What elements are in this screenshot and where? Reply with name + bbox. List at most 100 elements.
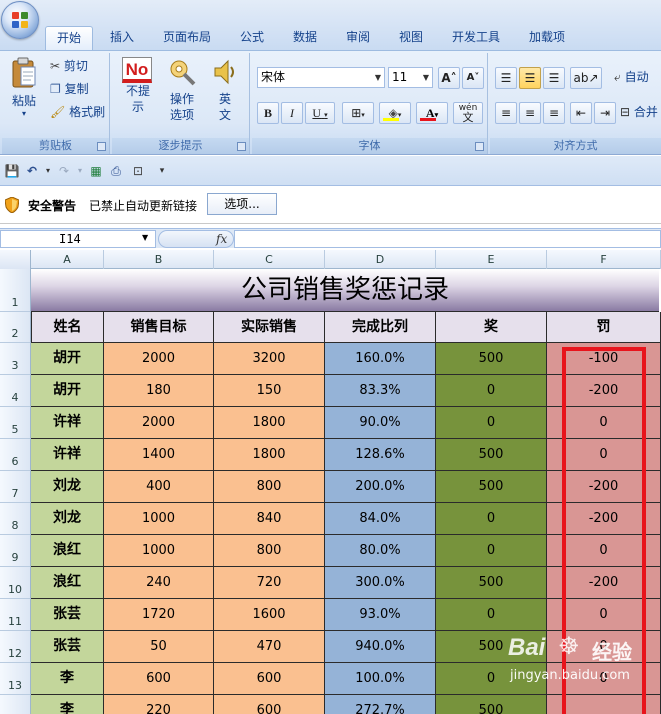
orientation-button[interactable]: ab↗ [570, 67, 602, 89]
tab-add-ins[interactable]: 加载项 [520, 26, 574, 50]
name-cell[interactable]: 刘龙 [31, 471, 104, 503]
english-button[interactable]: 英 文 [210, 57, 240, 123]
data-cell[interactable]: 0 [547, 663, 661, 695]
data-cell[interactable]: 128.6% [325, 439, 436, 471]
data-cell[interactable]: 600 [104, 663, 214, 695]
data-cell[interactable]: 1800 [214, 439, 325, 471]
name-cell[interactable]: 浪红 [31, 567, 104, 599]
row-header[interactable]: 13 [0, 663, 31, 695]
data-cell[interactable]: 500 [436, 471, 547, 503]
tab-review[interactable]: 审阅 [336, 26, 380, 50]
tab-insert[interactable]: 插入 [100, 26, 144, 50]
data-cell[interactable]: 500 [436, 695, 547, 714]
name-cell[interactable]: 浪红 [31, 535, 104, 567]
data-cell[interactable]: 0 [436, 663, 547, 695]
cut-button[interactable]: ✂ 剪切 [50, 56, 88, 76]
data-cell[interactable]: 1720 [104, 599, 214, 631]
data-cell[interactable]: 93.0% [325, 599, 436, 631]
name-cell[interactable]: 李 [31, 663, 104, 695]
row-header[interactable]: 4 [0, 375, 31, 407]
data-cell[interactable]: 1600 [214, 599, 325, 631]
font-name-select[interactable]: 宋体 ▼ [257, 67, 385, 88]
data-cell[interactable]: 300.0% [325, 567, 436, 599]
operation-options-button[interactable]: 操作 选项 [164, 57, 200, 123]
data-cell[interactable]: 500 [436, 439, 547, 471]
header-cell[interactable]: 罚 [547, 312, 661, 343]
column-header[interactable]: F [547, 250, 661, 269]
data-cell[interactable]: 500 [436, 631, 547, 663]
data-cell[interactable]: 240 [104, 567, 214, 599]
data-cell[interactable]: 220 [104, 695, 214, 714]
excel-icon[interactable]: ▦ [88, 163, 104, 179]
row-header[interactable]: 2 [0, 312, 31, 343]
name-cell[interactable]: 张芸 [31, 631, 104, 663]
tab-developer[interactable]: 开发工具 [443, 26, 509, 50]
name-cell[interactable]: 李 [31, 695, 104, 714]
data-cell[interactable]: 0 [436, 535, 547, 567]
camera-icon[interactable]: ⊡ [130, 163, 146, 179]
tab-home[interactable]: 开始 [45, 26, 93, 50]
header-cell[interactable]: 姓名 [31, 312, 104, 343]
data-cell[interactable]: 500 [436, 567, 547, 599]
data-cell[interactable]: 90.0% [325, 407, 436, 439]
row-header[interactable]: 11 [0, 599, 31, 631]
data-cell[interactable]: 0 [436, 375, 547, 407]
data-cell[interactable]: 160.0% [325, 343, 436, 375]
fx-icon[interactable]: fx [216, 231, 227, 247]
data-cell[interactable]: 1000 [104, 503, 214, 535]
data-cell[interactable]: 600 [214, 663, 325, 695]
data-cell[interactable]: 50 [104, 631, 214, 663]
bold-button[interactable]: B [257, 102, 279, 124]
chevron-down-icon[interactable]: ▼ [142, 230, 154, 246]
align-top-button[interactable]: ☰ [495, 67, 517, 89]
data-cell[interactable]: 0 [547, 407, 661, 439]
italic-button[interactable]: I [281, 102, 303, 124]
customize-qat-icon[interactable]: ▾ [154, 163, 170, 179]
borders-button[interactable]: ⊞▾ [342, 102, 374, 124]
row-header[interactable]: 7 [0, 471, 31, 503]
data-cell[interactable]: 0 [547, 535, 661, 567]
row-header[interactable]: 5 [0, 407, 31, 439]
name-cell[interactable]: 许祥 [31, 439, 104, 471]
column-header[interactable]: A [31, 250, 104, 269]
grow-font-button[interactable]: A˄ [438, 67, 460, 89]
column-header[interactable]: B [104, 250, 214, 269]
tab-data[interactable]: 数据 [283, 26, 327, 50]
row-header[interactable] [0, 695, 31, 714]
copy-button[interactable]: ❐ 复制 [50, 79, 89, 99]
data-cell[interactable]: 272.7% [325, 695, 436, 714]
header-cell[interactable]: 完成比列 [325, 312, 436, 343]
data-cell[interactable]: 3200 [214, 343, 325, 375]
data-cell[interactable]: 150 [214, 375, 325, 407]
data-cell[interactable]: 0 [547, 631, 661, 663]
tab-view[interactable]: 视图 [389, 26, 433, 50]
data-cell[interactable]: 0 [436, 407, 547, 439]
data-cell[interactable]: 0 [436, 599, 547, 631]
header-cell[interactable]: 实际销售 [214, 312, 325, 343]
font-color-button[interactable]: A▾ [416, 102, 448, 124]
name-cell[interactable]: 许祥 [31, 407, 104, 439]
data-cell[interactable]: 84.0% [325, 503, 436, 535]
redo-dropdown-icon[interactable]: ▾ [72, 163, 88, 179]
data-cell[interactable]: 180 [104, 375, 214, 407]
redo-icon[interactable]: ↷ [56, 163, 72, 179]
align-center-button[interactable]: ≡ [519, 102, 541, 124]
row-header[interactable]: 10 [0, 567, 31, 599]
header-cell[interactable]: 销售目标 [104, 312, 214, 343]
row-header[interactable]: 3 [0, 343, 31, 375]
wrap-text-button[interactable]: ⤶ 自动 [614, 67, 649, 87]
name-cell[interactable]: 刘龙 [31, 503, 104, 535]
undo-icon[interactable]: ↶ [24, 163, 40, 179]
name-cell[interactable]: 胡开 [31, 343, 104, 375]
decrease-indent-button[interactable]: ⇤ [570, 102, 592, 124]
data-cell[interactable]: 100.0% [325, 663, 436, 695]
data-cell[interactable]: 0 [547, 599, 661, 631]
data-cell[interactable]: 0 [547, 439, 661, 471]
data-cell[interactable]: -100 [547, 343, 661, 375]
data-cell[interactable]: -200 [547, 375, 661, 407]
save-icon[interactable]: 💾 [4, 163, 20, 179]
data-cell[interactable]: 0 [436, 503, 547, 535]
data-cell[interactable]: 400 [104, 471, 214, 503]
data-cell[interactable]: 800 [214, 535, 325, 567]
name-cell[interactable]: 张芸 [31, 599, 104, 631]
